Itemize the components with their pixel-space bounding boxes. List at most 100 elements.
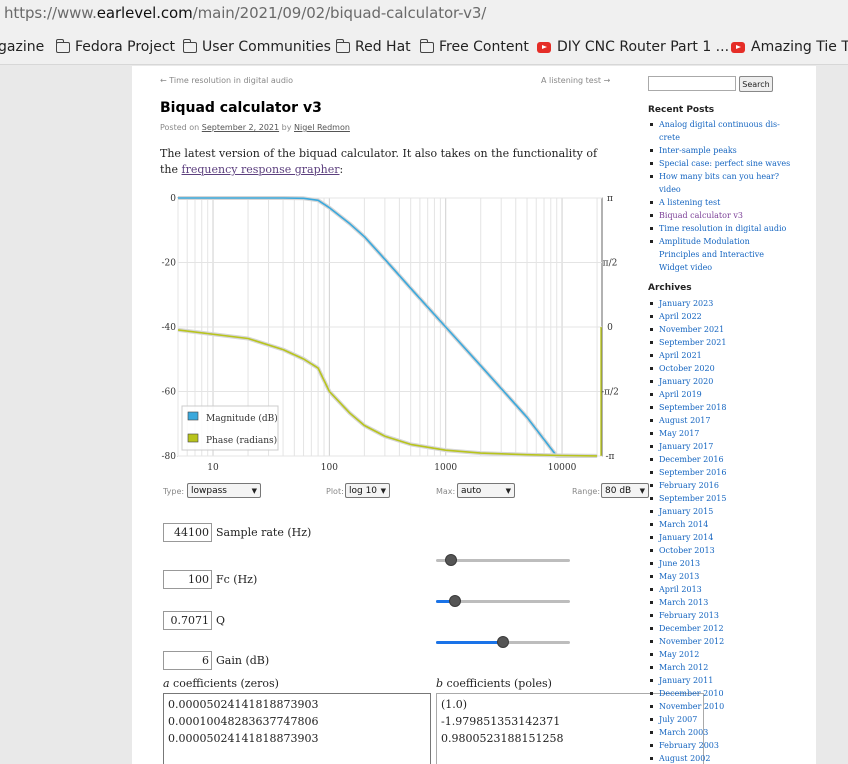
archive-link[interactable]: May 2017: [648, 427, 818, 440]
plot-select[interactable]: log 10 ▼: [345, 483, 390, 498]
recent-post-link[interactable]: Inter-sample peaks: [648, 144, 818, 157]
archive-link[interactable]: March 2003: [648, 726, 818, 739]
fc-input[interactable]: 100: [163, 570, 212, 589]
bookmark-free-content[interactable]: Free Content: [419, 38, 529, 55]
max-label: Max:: [436, 487, 456, 496]
type-select-value: lowpass: [191, 485, 227, 496]
recent-post-continuation[interactable]: video: [648, 183, 818, 196]
post-meta: Posted on September 2, 2021 by Nigel Red…: [160, 123, 350, 132]
archive-link[interactable]: September 2018: [648, 401, 818, 414]
legend-swatch-phase: [187, 433, 199, 443]
archive-link[interactable]: March 2012: [648, 661, 818, 674]
archive-link[interactable]: November 2021: [648, 323, 818, 336]
archive-link[interactable]: May 2012: [648, 648, 818, 661]
recent-posts-heading: Recent Posts: [648, 105, 715, 115]
archive-link[interactable]: May 2013: [648, 570, 818, 583]
type-select[interactable]: lowpass ▼: [187, 483, 261, 498]
recent-post-link[interactable]: Biquad calculator v3: [648, 209, 818, 222]
recent-post-link[interactable]: Amplitude Modulation: [648, 235, 818, 248]
sample-rate-input[interactable]: 44100: [163, 523, 212, 542]
archive-link[interactable]: October 2013: [648, 544, 818, 557]
chevron-down-icon: ▼: [505, 486, 511, 495]
bookmark-fedora-project[interactable]: Fedora Project: [55, 38, 175, 55]
gain-label: Gain (dB): [216, 654, 270, 667]
legend-label-phase: Phase (radians): [206, 435, 277, 446]
archive-link[interactable]: August 2017: [648, 414, 818, 427]
gain-input[interactable]: 6: [163, 651, 212, 670]
url-prefix: https://www.: [4, 4, 97, 22]
archive-link[interactable]: December 2012: [648, 622, 818, 635]
archive-link[interactable]: November 2010: [648, 700, 818, 713]
archive-link[interactable]: December 2010: [648, 687, 818, 700]
recent-post-link[interactable]: Time resolution in digital audio: [648, 222, 818, 235]
bookmark-diy-cnc[interactable]: DIY CNC Router Part 1 ...: [537, 39, 729, 55]
archive-link[interactable]: April 2021: [648, 349, 818, 362]
y-right-tick-label: π: [607, 194, 613, 204]
archive-link[interactable]: June 2013: [648, 557, 818, 570]
url-text[interactable]: https://www.earlevel.com/main/2021/09/02…: [4, 4, 486, 22]
archive-link[interactable]: November 2012: [648, 635, 818, 648]
frequency-grapher-link[interactable]: frequency response grapher: [182, 163, 340, 176]
archive-link[interactable]: December 2016: [648, 453, 818, 466]
slider-thumb[interactable]: [448, 595, 461, 607]
bookmark-magazine[interactable]: gazine: [0, 39, 44, 55]
b-title-text: coefficients (poles): [443, 677, 552, 690]
next-post-link[interactable]: A listening test →: [541, 76, 610, 85]
search-input[interactable]: [648, 76, 736, 91]
range-select[interactable]: 80 dB ▼: [601, 483, 649, 498]
archive-link[interactable]: January 2023: [648, 297, 818, 310]
archive-link[interactable]: January 2015: [648, 505, 818, 518]
archive-link[interactable]: March 2013: [648, 596, 818, 609]
archive-link[interactable]: July 2007: [648, 713, 818, 726]
recent-post-continuation[interactable]: Principles and Interactive: [648, 248, 818, 261]
max-select[interactable]: auto ▼: [457, 483, 515, 498]
archive-link[interactable]: January 2017: [648, 440, 818, 453]
bookmark-amazing-tie[interactable]: Amazing Tie Ty: [731, 39, 848, 55]
recent-post-link[interactable]: How many bits can you hear?: [648, 170, 818, 183]
q-input[interactable]: 0.7071: [163, 611, 212, 630]
slider-thumb[interactable]: [445, 554, 458, 566]
recent-post-continuation[interactable]: Widget video: [648, 261, 818, 274]
archive-link[interactable]: September 2015: [648, 492, 818, 505]
recent-post-link[interactable]: A listening test: [648, 196, 818, 209]
a-coefficients-textarea[interactable]: 0.00005024141818873903 0.000100482836377…: [163, 693, 431, 764]
fc-slider[interactable]: [436, 553, 570, 567]
slider-fill: [436, 641, 503, 644]
archive-link[interactable]: April 2019: [648, 388, 818, 401]
slider-thumb[interactable]: [497, 636, 509, 648]
sample-rate-label: Sample rate (Hz): [216, 526, 312, 539]
bookmark-red-hat[interactable]: Red Hat: [335, 38, 411, 55]
archive-link[interactable]: October 2020: [648, 362, 818, 375]
previous-post-link[interactable]: ← Time resolution in digital audio: [160, 76, 293, 85]
q-slider[interactable]: [436, 594, 570, 608]
chevron-down-icon: ▼: [251, 486, 257, 495]
recent-post-link[interactable]: Special case: perfect sine waves: [648, 157, 818, 170]
search-button[interactable]: Search: [739, 76, 773, 92]
archive-link[interactable]: February 2016: [648, 479, 818, 492]
archive-link[interactable]: April 2013: [648, 583, 818, 596]
post-date-link[interactable]: September 2, 2021: [202, 123, 279, 132]
archive-link[interactable]: February 2013: [648, 609, 818, 622]
archive-link[interactable]: January 2020: [648, 375, 818, 388]
recent-post-link[interactable]: Analog digital continuous dis-: [648, 118, 818, 131]
archive-link[interactable]: January 2011: [648, 674, 818, 687]
x-tick-label: 10: [207, 463, 219, 473]
archive-link[interactable]: March 2014: [648, 518, 818, 531]
y-right-tick-label: -π: [606, 452, 615, 462]
archive-link[interactable]: April 2022: [648, 310, 818, 323]
bookmark-label: Amazing Tie Ty: [751, 39, 848, 55]
archive-link[interactable]: February 2003: [648, 739, 818, 752]
archive-link[interactable]: August 2002: [648, 752, 818, 764]
author-link[interactable]: Nigel Redmon: [294, 123, 350, 132]
address-bar[interactable]: https://www.earlevel.com/main/2021/09/02…: [0, 0, 848, 27]
bookmark-user-communities[interactable]: User Communities: [182, 38, 331, 55]
type-label: Type:: [163, 487, 185, 496]
url-domain: earlevel.com: [96, 4, 193, 22]
archive-link[interactable]: September 2016: [648, 466, 818, 479]
gain-slider[interactable]: [436, 635, 570, 649]
b-letter: b: [436, 677, 444, 690]
recent-post-continuation[interactable]: crete: [648, 131, 818, 144]
archive-link[interactable]: January 2014: [648, 531, 818, 544]
chevron-down-icon: ▼: [639, 486, 645, 495]
archive-link[interactable]: September 2021: [648, 336, 818, 349]
